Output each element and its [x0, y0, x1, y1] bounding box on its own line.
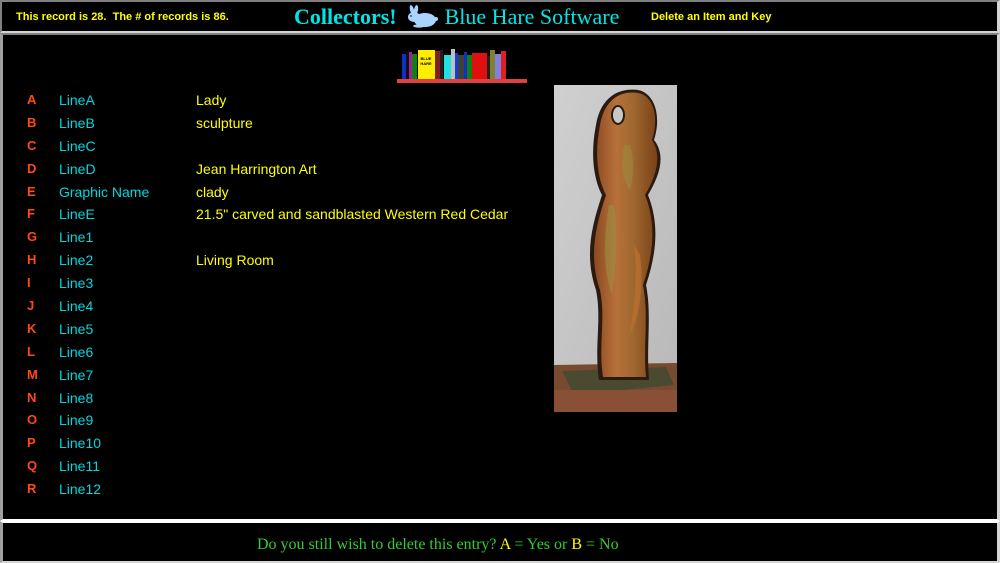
field-value: 21.5" carved and sandblasted Western Red… — [196, 206, 509, 223]
delete-confirm-prompt: Do you still wish to delete this entry? … — [257, 536, 619, 554]
field-row-f[interactable]: F LineE 21.5" carved and sandblasted Wes… — [3, 203, 543, 226]
field-label: LineE — [59, 206, 95, 223]
field-key: E — [27, 183, 36, 199]
option-no-key[interactable]: B — [571, 536, 582, 553]
field-row-j[interactable]: J Line4 — [3, 295, 543, 318]
field-row-q[interactable]: Q Line11 — [3, 455, 543, 478]
field-label: Line1 — [59, 229, 94, 246]
field-label: Line6 — [59, 343, 94, 360]
field-label: LineD — [59, 160, 96, 177]
field-row-p[interactable]: P Line10 — [3, 432, 543, 455]
field-key: C — [27, 137, 37, 153]
field-row-k[interactable]: K Line5 — [3, 318, 543, 341]
field-label: LineA — [59, 92, 95, 108]
company-name: Blue Hare Software — [444, 4, 620, 29]
main-frame: BLUE HARE A LineA Lady B LineB sculpture… — [0, 33, 1000, 521]
header-frame: This record is 28. The # of records is 8… — [0, 0, 1000, 33]
prompt-question: Do you still wish to delete this entry? — [257, 536, 500, 553]
field-label: Line2 — [59, 252, 94, 269]
field-key: I — [27, 275, 31, 291]
brand: Collectors! Blue Hare Software — [294, 4, 619, 30]
field-label: Line3 — [59, 275, 94, 292]
sculpture-photo — [554, 85, 677, 412]
field-label: Line5 — [59, 320, 94, 337]
field-label: Line8 — [59, 389, 94, 406]
field-label: Line10 — [59, 435, 102, 452]
field-key: R — [27, 481, 37, 497]
field-row-b[interactable]: B LineB sculpture — [3, 112, 543, 135]
field-value: clady — [196, 183, 229, 200]
field-label: LineB — [59, 114, 95, 131]
field-key: J — [27, 298, 35, 314]
option-yes-text: = Yes or — [510, 536, 572, 553]
field-value: Jean Harrington Art — [196, 160, 317, 177]
field-key: F — [27, 206, 35, 222]
field-label: Line7 — [59, 366, 94, 383]
field-key: M — [27, 366, 38, 382]
field-row-n[interactable]: N Line8 — [3, 387, 543, 410]
field-key: Q — [27, 458, 38, 474]
field-row-d[interactable]: D LineD Jean Harrington Art — [3, 158, 543, 181]
field-key: K — [27, 320, 37, 336]
field-key: L — [27, 343, 35, 359]
field-key: B — [27, 114, 37, 130]
field-row-e[interactable]: E Graphic Name clady — [3, 181, 543, 204]
field-key: O — [27, 412, 38, 428]
field-row-o[interactable]: O Line9 — [3, 409, 543, 432]
brand-name: Collectors! — [294, 4, 397, 29]
field-label: Graphic Name — [59, 183, 150, 200]
field-label: Line4 — [59, 298, 94, 315]
field-row-l[interactable]: L Line6 — [3, 341, 543, 364]
rabbit-icon — [407, 5, 438, 28]
bookshelf-logo: BLUE HARE — [397, 49, 527, 83]
field-list: A LineA Lady B LineB sculpture C LineC D… — [3, 89, 543, 501]
field-row-m[interactable]: M Line7 — [3, 364, 543, 387]
field-value: Living Room — [196, 252, 274, 269]
page-action-title: Delete an Item and Key — [651, 11, 772, 23]
sculpture-image — [554, 85, 677, 412]
field-value: sculpture — [196, 114, 253, 131]
option-no-text: = No — [582, 536, 619, 553]
field-value: Lady — [196, 92, 227, 108]
field-key: D — [27, 160, 37, 176]
field-key: P — [27, 435, 36, 451]
prompt-frame: Do you still wish to delete this entry? … — [0, 521, 1000, 563]
field-key: N — [27, 389, 37, 405]
field-label: LineC — [59, 137, 96, 154]
field-row-r[interactable]: R Line12 — [3, 478, 543, 501]
field-key: G — [27, 229, 38, 245]
field-key: H — [27, 252, 37, 268]
svg-text:HARE: HARE — [420, 61, 432, 66]
field-label: Line11 — [59, 458, 101, 475]
record-info: This record is 28. The # of records is 8… — [16, 11, 229, 23]
field-row-h[interactable]: H Line2 Living Room — [3, 249, 543, 272]
field-row-a[interactable]: A LineA Lady — [3, 89, 543, 112]
field-row-c[interactable]: C LineC — [3, 135, 543, 158]
option-yes-key[interactable]: A — [500, 536, 511, 553]
field-row-i[interactable]: I Line3 — [3, 272, 543, 295]
field-row-g[interactable]: G Line1 — [3, 226, 543, 249]
field-label: Line9 — [59, 412, 94, 429]
field-key: A — [27, 92, 37, 107]
field-label: Line12 — [59, 481, 102, 498]
